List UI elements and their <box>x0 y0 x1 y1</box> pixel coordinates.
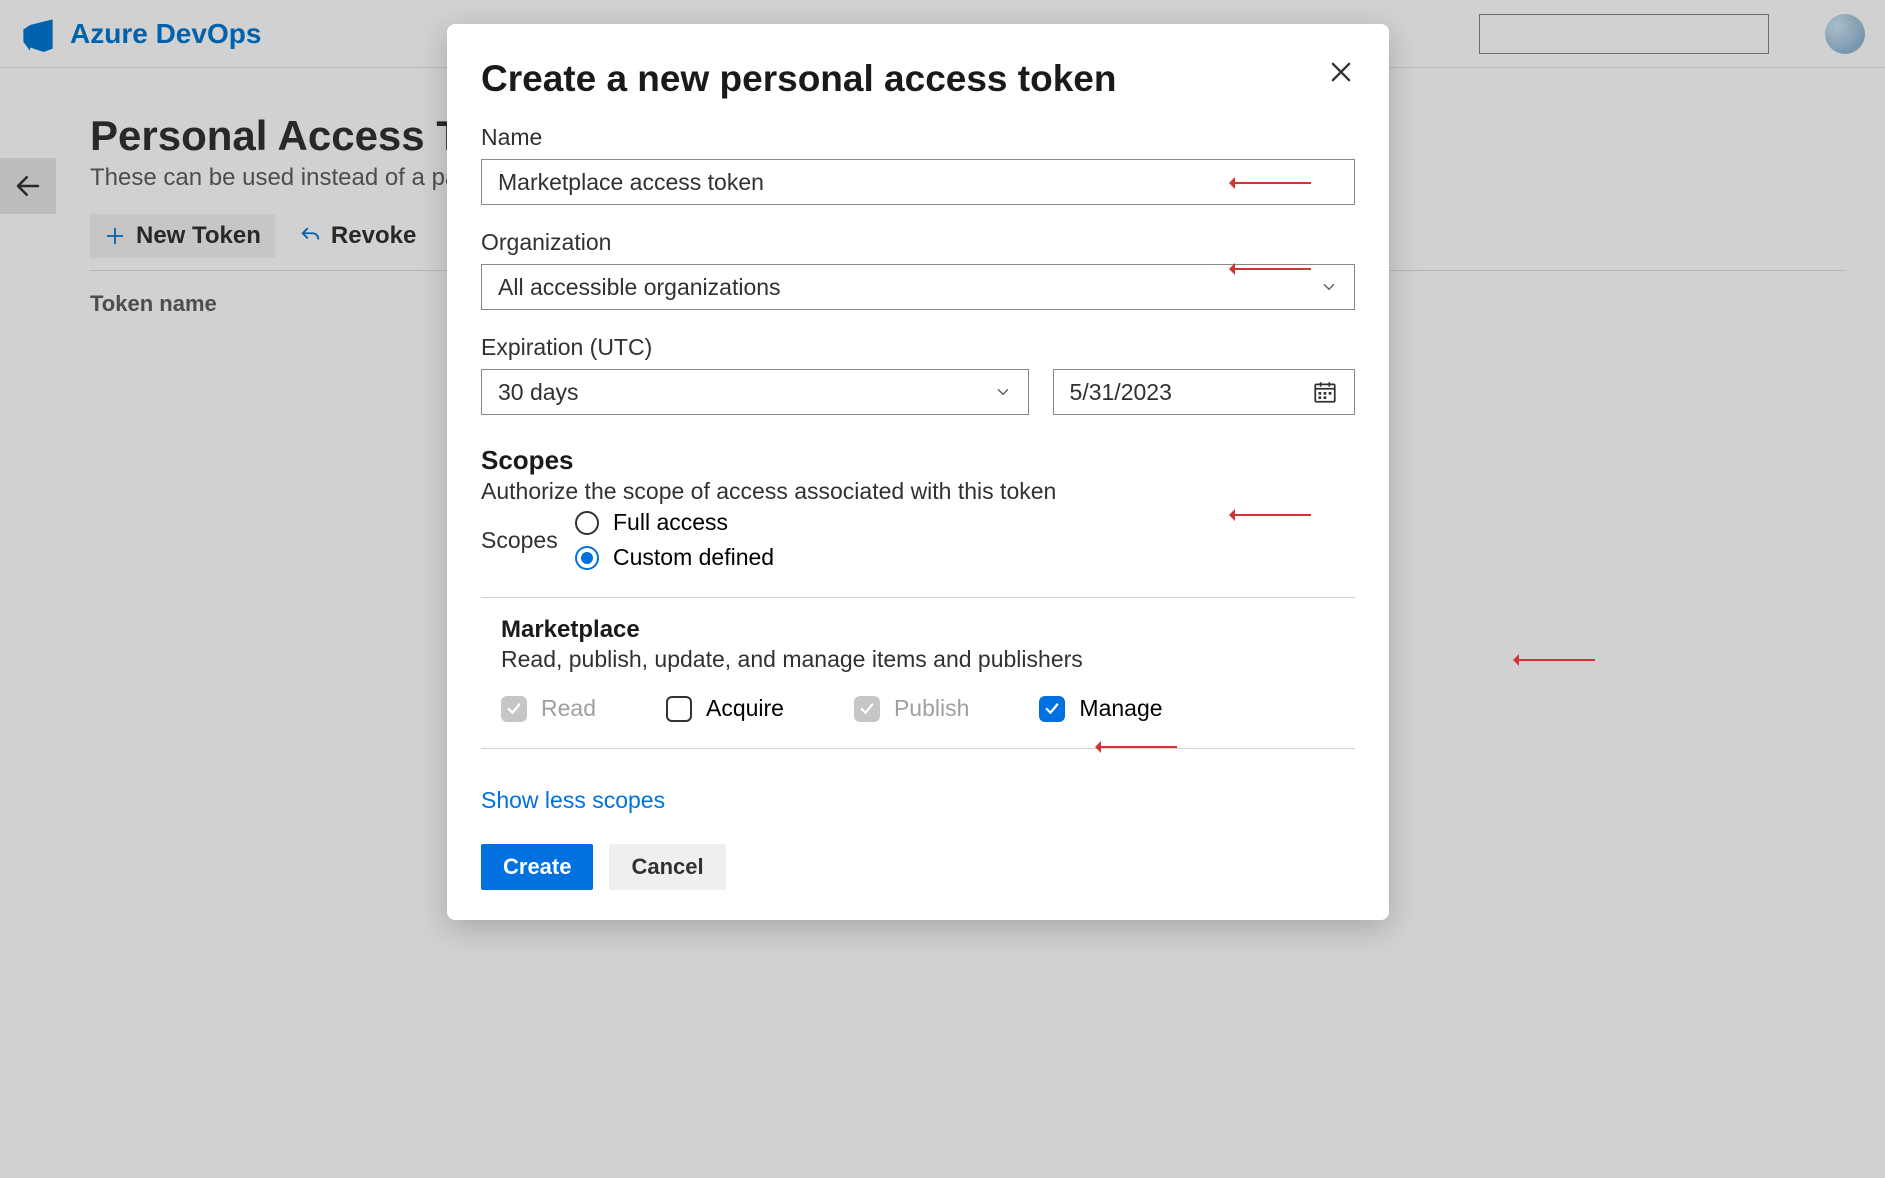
checkbox-manage[interactable]: Manage <box>1039 695 1162 722</box>
divider <box>481 597 1355 598</box>
chevron-down-icon <box>1320 278 1338 296</box>
scopes-inline-label: Scopes <box>481 527 557 554</box>
checkbox-acquire-label: Acquire <box>706 695 784 722</box>
annotation-arrow <box>1233 182 1311 184</box>
checkbox-icon <box>1039 696 1065 722</box>
close-icon[interactable] <box>1327 58 1355 86</box>
check-icon <box>505 700 523 718</box>
expiration-date-value: 5/31/2023 <box>1070 379 1172 406</box>
checkbox-icon <box>854 696 880 722</box>
calendar-icon <box>1312 379 1338 405</box>
scopes-heading: Scopes <box>481 445 1355 476</box>
create-button[interactable]: Create <box>481 844 593 890</box>
show-less-scopes-link[interactable]: Show less scopes <box>481 787 665 814</box>
checkbox-publish: Publish <box>854 695 969 722</box>
annotation-arrow <box>1233 514 1311 516</box>
divider <box>481 748 1355 749</box>
radio-icon <box>575 546 599 570</box>
scope-marketplace-desc: Read, publish, update, and manage items … <box>501 646 1355 673</box>
checkbox-icon <box>501 696 527 722</box>
organization-value: All accessible organizations <box>498 274 781 301</box>
scope-marketplace: Marketplace Read, publish, update, and m… <box>481 616 1355 722</box>
expiration-date-input[interactable]: 5/31/2023 <box>1053 369 1355 415</box>
radio-custom-defined[interactable]: Custom defined <box>575 544 774 571</box>
radio-icon <box>575 511 599 535</box>
annotation-arrow <box>1517 659 1595 661</box>
checkbox-publish-label: Publish <box>894 695 969 722</box>
checkbox-read-label: Read <box>541 695 596 722</box>
expiration-label: Expiration (UTC) <box>481 334 1355 361</box>
panel-title: Create a new personal access token <box>481 58 1116 100</box>
radio-custom-defined-label: Custom defined <box>613 544 774 571</box>
chevron-down-icon <box>994 383 1012 401</box>
expiration-select[interactable]: 30 days <box>481 369 1029 415</box>
scopes-subtext: Authorize the scope of access associated… <box>481 478 1355 505</box>
cancel-button[interactable]: Cancel <box>609 844 725 890</box>
radio-full-access-label: Full access <box>613 509 728 536</box>
expiration-value: 30 days <box>498 379 579 406</box>
radio-full-access[interactable]: Full access <box>575 509 774 536</box>
checkbox-manage-label: Manage <box>1079 695 1162 722</box>
check-icon <box>858 700 876 718</box>
scope-marketplace-title: Marketplace <box>501 616 1355 644</box>
checkbox-acquire[interactable]: Acquire <box>666 695 784 722</box>
name-label: Name <box>481 124 1355 151</box>
organization-label: Organization <box>481 229 1355 256</box>
annotation-arrow <box>1099 746 1177 748</box>
annotation-arrow <box>1233 268 1311 270</box>
checkbox-icon <box>666 696 692 722</box>
create-token-panel: Create a new personal access token Name … <box>447 24 1389 920</box>
check-icon <box>1043 700 1061 718</box>
checkbox-read: Read <box>501 695 596 722</box>
